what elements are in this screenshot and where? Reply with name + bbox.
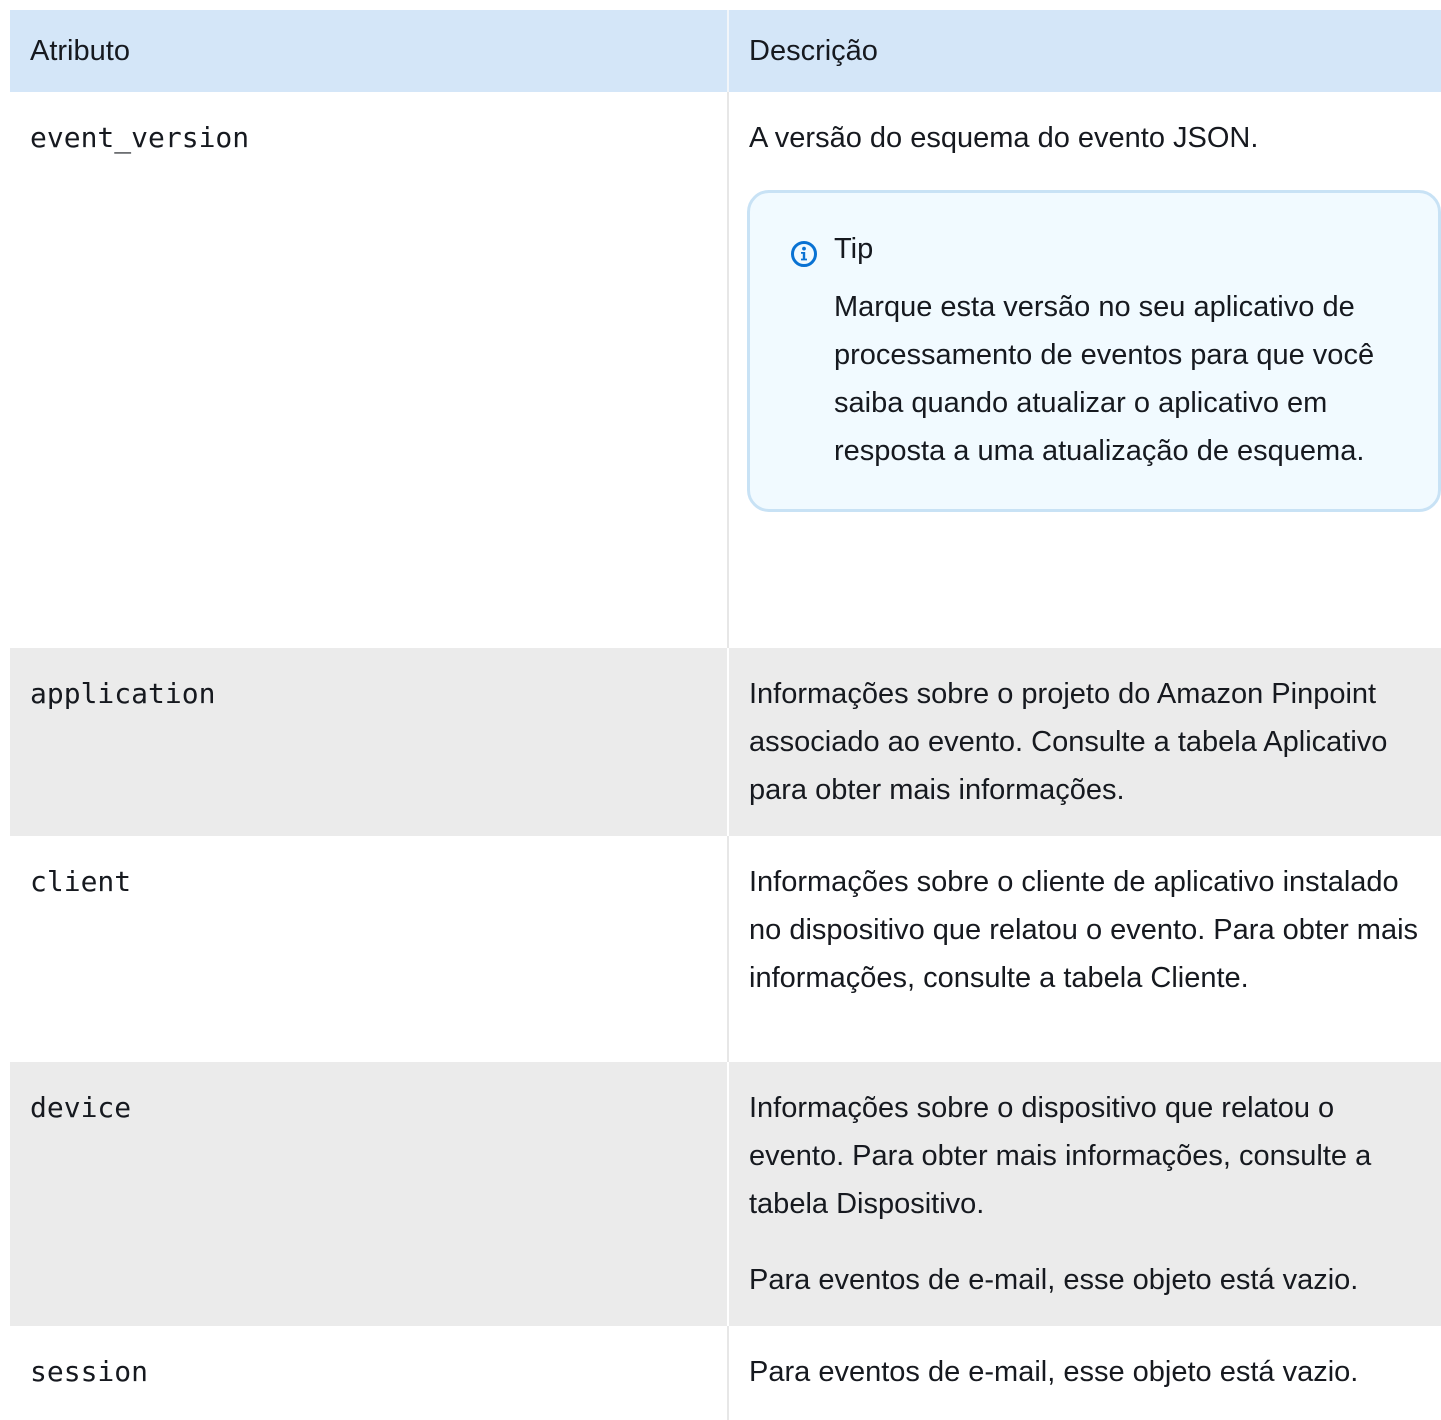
table-header-row: Atributo Descrição	[10, 10, 1441, 92]
description-text: A versão do esquema do evento JSON.	[749, 122, 1259, 154]
description-text: Informações sobre o projeto do Amazon Pi…	[749, 678, 1388, 806]
attribute-description: Informações sobre o dispositivo que rela…	[727, 1062, 1441, 1326]
tip-callout: Tip Marque esta versão no seu aplicativo…	[747, 190, 1441, 512]
column-header-description: Descrição	[727, 10, 1441, 92]
table-row: session Para eventos de e-mail, esse obj…	[10, 1326, 1441, 1420]
description-text: Informações sobre o dispositivo que rela…	[749, 1092, 1372, 1220]
info-icon	[790, 235, 818, 267]
attribute-name: event_version	[10, 92, 728, 648]
tip-header: Tip	[790, 225, 1398, 273]
description-text: Para eventos de e-mail, esse objeto está…	[749, 1264, 1359, 1296]
attribute-description: Informações sobre o projeto do Amazon Pi…	[727, 648, 1441, 836]
attribute-name: session	[10, 1326, 728, 1420]
attribute-name: device	[10, 1062, 728, 1326]
table-body: event_version A versão do esquema do eve…	[10, 92, 1441, 1420]
tip-title: Tip	[834, 233, 874, 265]
table-header: Atributo Descrição	[10, 10, 1441, 92]
table-row: event_version A versão do esquema do eve…	[10, 92, 1441, 648]
attribute-name: application	[10, 648, 728, 836]
table-row: application Informações sobre o projeto …	[10, 648, 1441, 836]
tip-body-text: Marque esta versão no seu aplicativo de …	[834, 291, 1375, 467]
table-row: client Informações sobre o cliente de ap…	[10, 836, 1441, 1062]
column-header-attribute: Atributo	[10, 10, 728, 92]
attributes-table: Atributo Descrição event_version A versã…	[10, 10, 1441, 1420]
attribute-description: Para eventos de e-mail, esse objeto está…	[727, 1326, 1441, 1420]
attribute-description: Informações sobre o cliente de aplicativ…	[727, 836, 1441, 1062]
attribute-description: A versão do esquema do evento JSON. Tip	[727, 92, 1441, 648]
attribute-name: client	[10, 836, 728, 1062]
description-text: Informações sobre o cliente de aplicativ…	[749, 866, 1419, 994]
description-text: Para eventos de e-mail, esse objeto está…	[749, 1356, 1359, 1388]
attributes-table-container: Atributo Descrição event_version A versã…	[10, 10, 1441, 1420]
table-row: device Informações sobre o dispositivo q…	[10, 1062, 1441, 1326]
